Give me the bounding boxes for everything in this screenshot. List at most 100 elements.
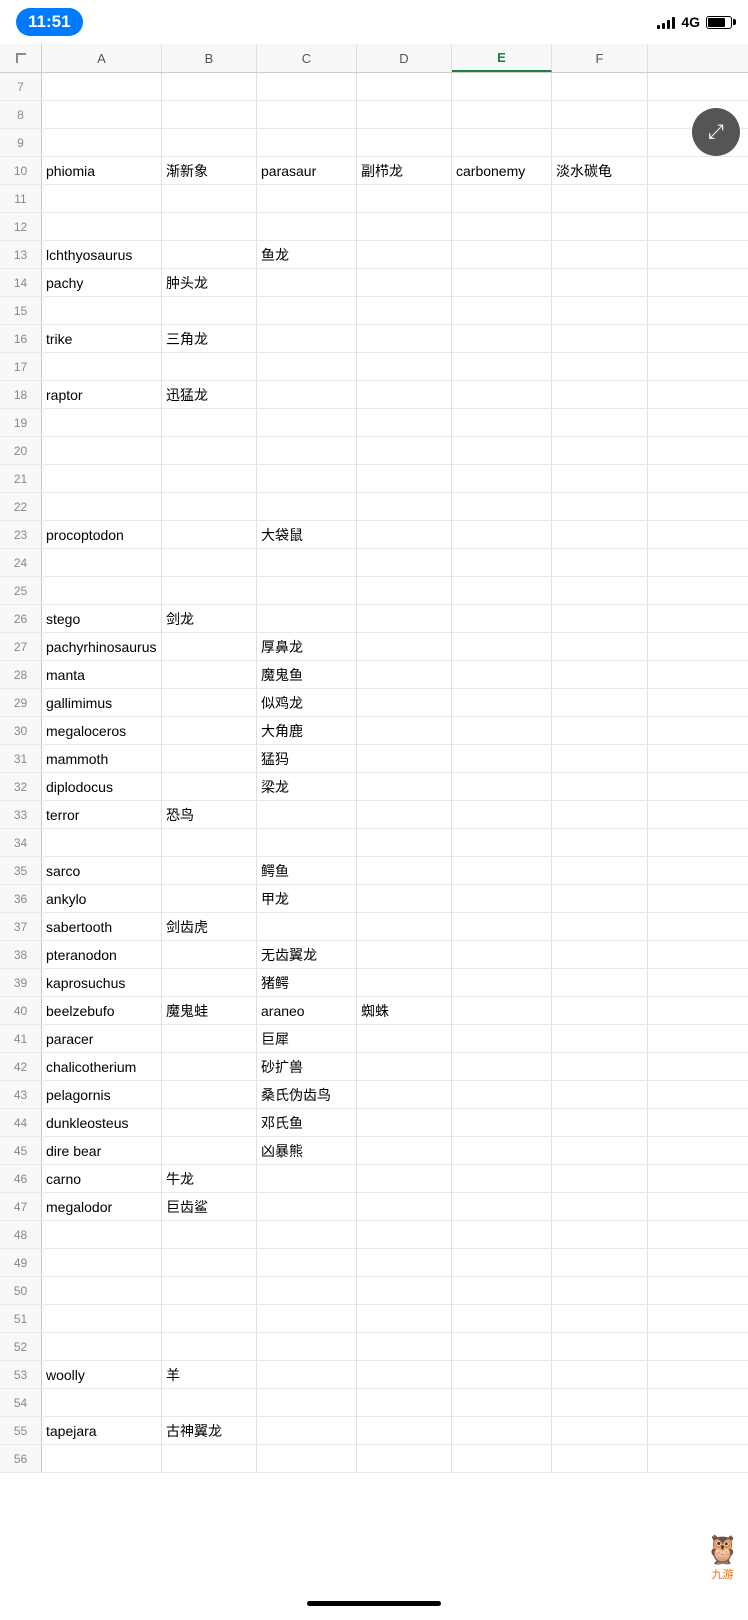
cell-b[interactable] — [162, 493, 257, 520]
cell-b[interactable] — [162, 885, 257, 912]
cell-a[interactable]: beelzebufo — [42, 997, 162, 1024]
cell-a[interactable]: paracer — [42, 1025, 162, 1052]
cell-a[interactable] — [42, 493, 162, 520]
cell-e[interactable] — [452, 381, 552, 408]
cell-e[interactable] — [452, 353, 552, 380]
table-row[interactable]: 54 — [0, 1389, 748, 1417]
table-row[interactable]: 12 — [0, 213, 748, 241]
cell-e[interactable] — [452, 801, 552, 828]
cell-b[interactable] — [162, 549, 257, 576]
cell-d[interactable] — [357, 857, 452, 884]
table-row[interactable]: 33terror恐鸟 — [0, 801, 748, 829]
cell-c[interactable]: 鱼龙 — [257, 241, 357, 268]
cell-d[interactable] — [357, 437, 452, 464]
cell-d[interactable] — [357, 269, 452, 296]
table-row[interactable]: 30megaloceros大角鹿 — [0, 717, 748, 745]
cell-b[interactable] — [162, 185, 257, 212]
cell-a[interactable] — [42, 437, 162, 464]
cell-f[interactable] — [552, 913, 648, 940]
cell-a[interactable]: raptor — [42, 381, 162, 408]
cell-c[interactable] — [257, 1361, 357, 1388]
cell-d[interactable] — [357, 521, 452, 548]
cell-a[interactable]: lchthyosaurus — [42, 241, 162, 268]
cell-a[interactable]: pachyrhinosaurus — [42, 633, 162, 660]
cell-e[interactable] — [452, 297, 552, 324]
cell-c[interactable] — [257, 1445, 357, 1472]
table-row[interactable]: 43pelagornis桑氏伪齿鸟 — [0, 1081, 748, 1109]
cell-f[interactable] — [552, 1221, 648, 1248]
cell-c[interactable]: 巨犀 — [257, 1025, 357, 1052]
cell-b[interactable] — [162, 129, 257, 156]
cell-a[interactable]: dunkleosteus — [42, 1109, 162, 1136]
cell-f[interactable] — [552, 773, 648, 800]
cell-a[interactable]: dire bear — [42, 1137, 162, 1164]
cell-f[interactable] — [552, 1081, 648, 1108]
cell-c[interactable] — [257, 1249, 357, 1276]
cell-d[interactable] — [357, 605, 452, 632]
cell-e[interactable] — [452, 521, 552, 548]
cell-e[interactable] — [452, 129, 552, 156]
cell-b[interactable] — [162, 941, 257, 968]
cell-d[interactable] — [357, 1417, 452, 1444]
cell-c[interactable]: 似鸡龙 — [257, 689, 357, 716]
cell-f[interactable] — [552, 185, 648, 212]
cell-f[interactable] — [552, 633, 648, 660]
table-row[interactable]: 25 — [0, 577, 748, 605]
cell-a[interactable] — [42, 577, 162, 604]
cell-f[interactable] — [552, 941, 648, 968]
cell-a[interactable]: trike — [42, 325, 162, 352]
cell-b[interactable] — [162, 1221, 257, 1248]
cell-a[interactable] — [42, 353, 162, 380]
cell-c[interactable]: 桑氏伪齿鸟 — [257, 1081, 357, 1108]
cell-e[interactable] — [452, 857, 552, 884]
cell-f[interactable] — [552, 101, 648, 128]
cell-a[interactable] — [42, 409, 162, 436]
cell-c[interactable] — [257, 913, 357, 940]
cell-a[interactable] — [42, 1277, 162, 1304]
cell-f[interactable] — [552, 997, 648, 1024]
cell-f[interactable] — [552, 885, 648, 912]
cell-d[interactable] — [357, 1053, 452, 1080]
cell-b[interactable] — [162, 1137, 257, 1164]
table-row[interactable]: 20 — [0, 437, 748, 465]
cell-c[interactable]: 猛犸 — [257, 745, 357, 772]
table-row[interactable]: 31mammoth猛犸 — [0, 745, 748, 773]
table-row[interactable]: 34 — [0, 829, 748, 857]
cell-b[interactable] — [162, 353, 257, 380]
cell-e[interactable] — [452, 185, 552, 212]
cell-d[interactable] — [357, 381, 452, 408]
cell-e[interactable] — [452, 633, 552, 660]
table-row[interactable]: 41paracer巨犀 — [0, 1025, 748, 1053]
cell-a[interactable]: manta — [42, 661, 162, 688]
cell-a[interactable]: sabertooth — [42, 913, 162, 940]
cell-e[interactable] — [452, 73, 552, 100]
cell-e[interactable] — [452, 1445, 552, 1472]
cell-f[interactable] — [552, 381, 648, 408]
col-header-B[interactable]: B — [162, 44, 257, 72]
cell-c[interactable] — [257, 577, 357, 604]
cell-d[interactable] — [357, 1249, 452, 1276]
cell-e[interactable] — [452, 213, 552, 240]
cell-b[interactable] — [162, 73, 257, 100]
cell-d[interactable] — [357, 185, 452, 212]
cell-b[interactable]: 剑龙 — [162, 605, 257, 632]
cell-c[interactable]: 凶暴熊 — [257, 1137, 357, 1164]
cell-e[interactable] — [452, 269, 552, 296]
cell-a[interactable] — [42, 185, 162, 212]
cell-f[interactable] — [552, 213, 648, 240]
cell-b[interactable]: 迅猛龙 — [162, 381, 257, 408]
table-row[interactable]: 22 — [0, 493, 748, 521]
cell-e[interactable] — [452, 1081, 552, 1108]
cell-b[interactable] — [162, 101, 257, 128]
cell-e[interactable] — [452, 997, 552, 1024]
cell-d[interactable] — [357, 661, 452, 688]
cell-f[interactable] — [552, 1193, 648, 1220]
cell-d[interactable] — [357, 829, 452, 856]
cell-c[interactable] — [257, 1305, 357, 1332]
table-row[interactable]: 53woolly羊 — [0, 1361, 748, 1389]
cell-b[interactable] — [162, 1305, 257, 1332]
cell-a[interactable]: chalicotherium — [42, 1053, 162, 1080]
cell-f[interactable] — [552, 1053, 648, 1080]
cell-e[interactable] — [452, 1193, 552, 1220]
cell-f[interactable] — [552, 1137, 648, 1164]
